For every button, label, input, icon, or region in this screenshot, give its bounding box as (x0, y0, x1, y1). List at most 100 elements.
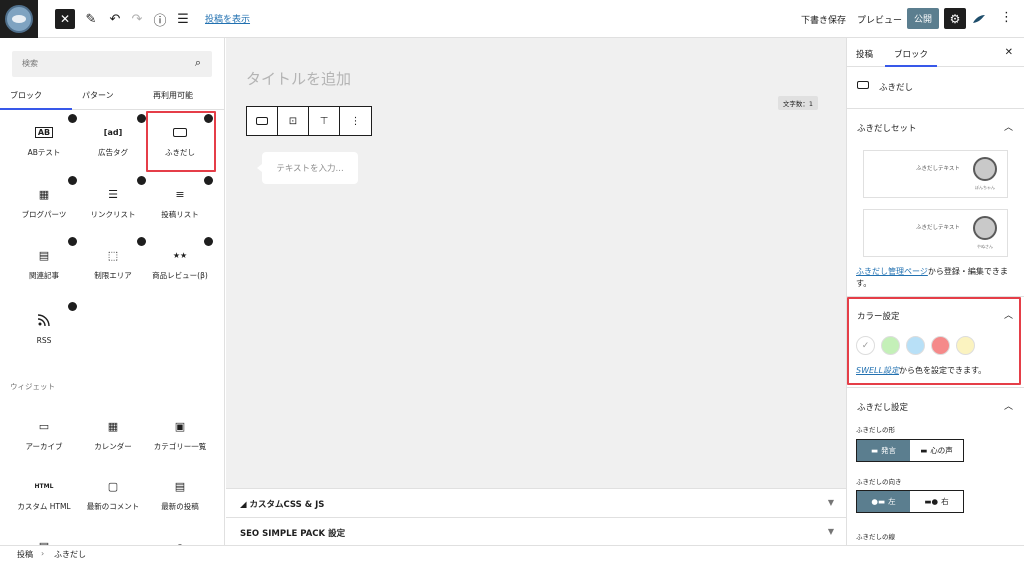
word-count-badge: 文字数：1 (778, 96, 818, 110)
swell-leaf-icon: ◢ (240, 500, 250, 510)
caret-down-icon[interactable]: ▼ (828, 498, 834, 507)
fukidashi-text-input[interactable]: テキストを入力... (257, 152, 358, 184)
save-draft-button[interactable]: 下書き保存 (801, 13, 846, 26)
undo-icon[interactable]: ↶ (106, 7, 124, 31)
redo-icon[interactable]: ↷ (128, 7, 146, 31)
comment-icon: ▢ (107, 479, 119, 493)
panel-title: ふきだしセット (857, 124, 917, 134)
block-label: 最新の投稿 (161, 502, 199, 511)
style-brush-icon[interactable]: ⊤ (309, 107, 340, 135)
avatar-settings-icon[interactable]: ⊡ (278, 107, 309, 135)
panel-fukidashi-settings[interactable]: ふきだし設定 ︿ (847, 388, 1024, 424)
block-item-product-review[interactable]: ★★ 商品レビュー(β) (145, 237, 215, 297)
more-block-options-icon[interactable]: ⋮ (340, 107, 371, 135)
block-item-archive[interactable]: ▭ アーカイブ (9, 408, 79, 468)
block-name: ふきだし (879, 83, 914, 93)
settings-gear-icon[interactable]: ⚙ (944, 8, 966, 29)
block-type-icon[interactable] (247, 107, 278, 135)
block-item-latest-comments[interactable]: ▢ 最新のコメント (78, 468, 148, 528)
block-item-ad-tag[interactable]: [ad] 広告タグ (78, 114, 148, 174)
direction-option-right[interactable]: ▬● 右 (910, 491, 963, 512)
block-label: リンクリスト (90, 210, 136, 219)
post-list-icon: ≡ (175, 187, 185, 201)
swell-logo-icon[interactable] (972, 12, 986, 26)
close-inserter-button[interactable]: ✕ (55, 9, 75, 29)
block-item-rss[interactable]: RSS (9, 302, 79, 362)
block-item-partial[interactable]: ▤ (9, 528, 79, 546)
site-logo[interactable] (0, 0, 38, 38)
breadcrumb-item-fukidashi[interactable]: ふきだし (54, 549, 86, 560)
settings-sidebar: 投稿 ブロック ✕ ふきだし ふきだしセット ︿ ふきだしテキスト ぽんちゃん … (846, 38, 1024, 545)
block-label: 制限エリア (94, 271, 132, 280)
avatar-name: ぽんちゃん (975, 185, 995, 190)
manage-link[interactable]: ふきだし管理ページ (856, 267, 928, 276)
metabox-seo-simple-pack[interactable]: SEO SIMPLE PACK 設定 ▼ (226, 517, 846, 546)
block-item-link-list[interactable]: ☰ リンクリスト (78, 176, 148, 236)
metabox-custom-css-js[interactable]: ◢ カスタムCSS & JS ▼ (226, 488, 846, 517)
tab-post[interactable]: 投稿 (856, 48, 873, 60)
block-search-input[interactable]: 検索 ⌕ (12, 51, 212, 77)
preview-button[interactable]: プレビュー (857, 13, 902, 26)
fukidashi-preset-card[interactable]: ふきだしテキスト やぬさん (863, 209, 1008, 257)
more-options-icon[interactable]: ⋮ (1000, 10, 1013, 25)
close-icon[interactable]: ✕ (1005, 47, 1013, 58)
swell-badge-icon (68, 237, 77, 246)
preset-text: ふきだしテキスト (916, 166, 960, 172)
breadcrumb-item-post[interactable]: 投稿 (17, 549, 33, 560)
block-label: ブログパーツ (21, 210, 67, 219)
list-view-icon[interactable]: ☰ (174, 7, 192, 31)
direction-option-left[interactable]: ●▬ 左 (857, 491, 910, 512)
block-item-blog-parts[interactable]: ▦ ブログパーツ (9, 176, 79, 236)
archive-icon: ▭ (38, 419, 50, 433)
shape-option-speech[interactable]: ▬ 発言 (857, 440, 910, 461)
caret-down-icon[interactable]: ▼ (828, 527, 834, 536)
swell-badge-icon (68, 302, 77, 311)
ab-test-icon: AB (9, 124, 79, 140)
publish-button[interactable]: 公開 (907, 8, 939, 29)
link-list-icon: ☰ (108, 187, 118, 201)
tools-pen-icon[interactable]: ✎ (82, 7, 100, 31)
tab-blocks[interactable]: ブロック (0, 90, 72, 110)
sidebar-tabs: 投稿 ブロック ✕ (847, 38, 1024, 67)
shape-option-thought[interactable]: ▬ 心の声 (910, 440, 963, 461)
panel-fukidashi-set[interactable]: ふきだしセット ︿ (847, 109, 1024, 145)
chevron-up-icon[interactable]: ︿ (1004, 120, 1013, 133)
block-label: ABテスト (27, 148, 61, 157)
block-item-latest-posts[interactable]: ▤ 最新の投稿 (145, 468, 215, 528)
block-toolbar: ⊡ ⊤ ⋮ (246, 106, 372, 136)
view-post-link[interactable]: 投稿を表示 (205, 12, 250, 25)
option-label: 左 (888, 497, 896, 506)
rss-icon: ◟ (78, 538, 148, 546)
ad-tag-icon: [ad] (103, 127, 123, 137)
tab-block[interactable]: ブロック (884, 48, 938, 67)
search-placeholder: 検索 (22, 59, 38, 68)
block-item-partial[interactable]: ◟ (78, 528, 148, 546)
block-item-partial[interactable]: ⌕ (145, 528, 215, 545)
category-icon: ▣ (174, 419, 186, 433)
logo-mascot-icon (5, 5, 33, 33)
line-label: ふきだしの線 (856, 533, 895, 541)
block-item-restricted-area[interactable]: ⬚ 制限エリア (78, 237, 148, 297)
html-icon: HTML (34, 482, 54, 490)
chevron-up-icon[interactable]: ︿ (1004, 399, 1013, 412)
avatar-name: やぬさん (977, 244, 993, 249)
fukidashi-preset-card[interactable]: ふきだしテキスト ぽんちゃん (863, 150, 1008, 198)
block-item-related-posts[interactable]: ▤ 関連記事 (9, 237, 79, 297)
post-title-input[interactable]: タイトルを追加 (246, 68, 351, 89)
swell-badge-icon (68, 176, 77, 185)
block-label: カレンダー (94, 442, 132, 451)
block-item-custom-html[interactable]: HTML カスタム HTML (9, 468, 79, 528)
block-item-ab-test[interactable]: AB ABテスト (9, 114, 79, 174)
block-label: 商品レビュー(β) (152, 271, 208, 280)
block-item-calendar[interactable]: ▦ カレンダー (78, 408, 148, 468)
preset-text: ふきだしテキスト (916, 225, 960, 231)
block-item-post-list[interactable]: ≡ 投稿リスト (145, 176, 215, 236)
tab-reusable[interactable]: 再利用可能 (153, 90, 193, 101)
swell-badge-icon (204, 176, 213, 185)
editor-app: ✕ ✎ ↶ ↷ ⓘ ☰ 投稿を表示 下書き保存 プレビュー 公開 ⚙ ⋮ 検索 … (0, 0, 1024, 561)
block-label: アーカイブ (25, 442, 63, 451)
block-item-category-list[interactable]: ▣ カテゴリー一覧 (145, 408, 215, 468)
rss-icon (9, 312, 79, 328)
info-icon[interactable]: ⓘ (151, 7, 169, 31)
tab-patterns[interactable]: パターン (82, 90, 114, 101)
